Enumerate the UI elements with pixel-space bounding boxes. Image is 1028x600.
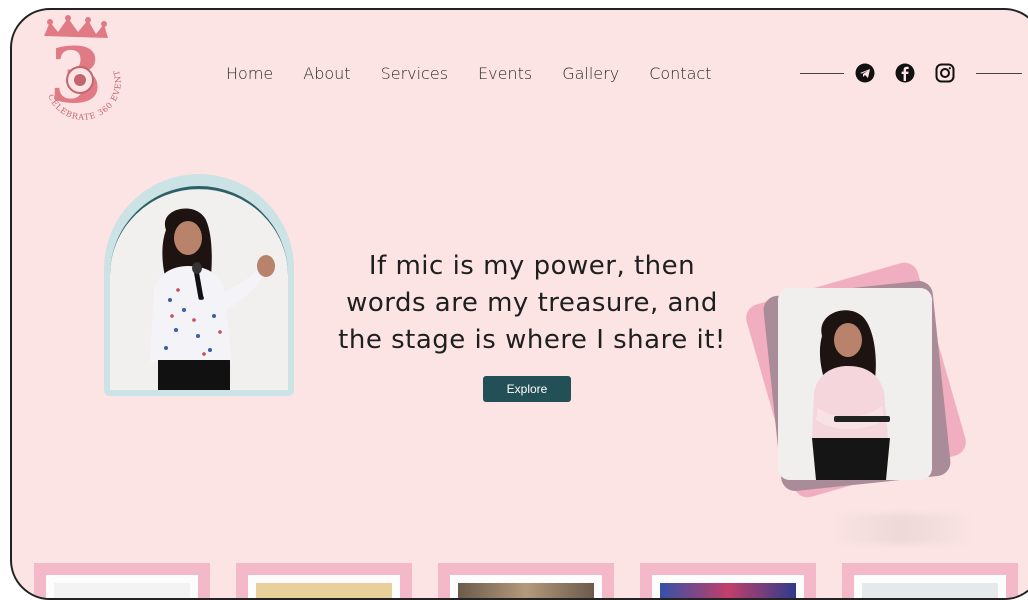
logo-graphic: 3 CELEBRATE 360 EVENTS bbox=[30, 14, 122, 122]
nav-about[interactable]: About bbox=[303, 64, 350, 83]
brand-logo[interactable]: 3 CELEBRATE 360 EVENTS bbox=[30, 14, 130, 124]
explore-button[interactable]: Explore bbox=[483, 376, 571, 402]
nav-services[interactable]: Services bbox=[381, 64, 448, 83]
gallery-thumb-1[interactable] bbox=[34, 563, 210, 598]
nav-gallery[interactable]: Gallery bbox=[562, 64, 619, 83]
headline-line-3: the stage is where I share it! bbox=[338, 325, 726, 355]
faded-caption bbox=[832, 514, 972, 544]
arch-ring bbox=[110, 186, 288, 392]
headline-line-1: If mic is my power, then bbox=[368, 251, 696, 281]
divider-line-right bbox=[976, 72, 1022, 74]
social-links bbox=[800, 62, 1022, 84]
browser-frame: 3 CELEBRATE 360 EVENTS Home About Servic… bbox=[10, 8, 1028, 600]
telegram-icon[interactable] bbox=[854, 62, 876, 84]
gallery-thumb-4[interactable] bbox=[640, 563, 816, 598]
nav-events[interactable]: Events bbox=[478, 64, 532, 83]
divider-line-left bbox=[800, 72, 844, 74]
headline-line-2: words are my treasure, and bbox=[346, 288, 718, 318]
nav-contact[interactable]: Contact bbox=[649, 64, 711, 83]
facebook-icon[interactable] bbox=[894, 62, 916, 84]
instagram-icon[interactable] bbox=[934, 62, 956, 84]
gallery-thumb-2[interactable] bbox=[236, 563, 412, 598]
hero-photo-right bbox=[778, 288, 932, 480]
gallery-thumb-5[interactable] bbox=[842, 563, 1018, 598]
hero-headline: If mic is my power, then words are my tr… bbox=[312, 248, 752, 359]
nav-home[interactable]: Home bbox=[226, 64, 273, 83]
main-nav: Home About Services Events Gallery Conta… bbox=[226, 64, 711, 83]
gallery-thumb-3[interactable] bbox=[438, 563, 614, 598]
